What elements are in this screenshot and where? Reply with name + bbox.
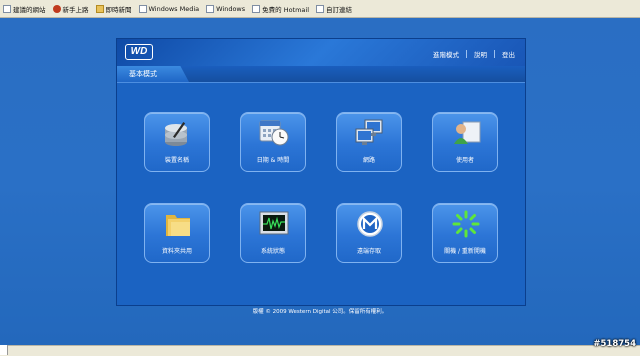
header-bar: WD 進階模式 說明 登出 (117, 39, 525, 66)
users-icon (454, 121, 481, 144)
tile-label: 關機 / 重新開機 (444, 248, 486, 255)
tile-label: 使用者 (455, 157, 474, 164)
page-icon (316, 4, 325, 13)
fav-label: Windows Media (148, 4, 200, 13)
shutdown-restart-icon (452, 210, 480, 238)
fav-custom-links[interactable]: 自訂連結 (316, 4, 352, 14)
tile-remote-access[interactable]: 遠端存取 (336, 203, 402, 263)
system-status-icon (259, 211, 289, 235)
page-icon (3, 4, 11, 13)
device-name-icon (165, 122, 187, 146)
tile-users[interactable]: 使用者 (432, 112, 498, 172)
tile-label: 資料夾共用 (161, 248, 192, 255)
fav-label: 建議的網站 (13, 5, 46, 14)
folder-icon (95, 4, 104, 13)
fav-label: 免費的 Hotmail (262, 5, 310, 14)
favorites-bar: 建議的網站 新手上路 即時新聞 Windows Media Windows 免費… (0, 0, 640, 18)
tab-basic-mode[interactable]: 基本模式 (117, 66, 189, 82)
wd-logo: WD (125, 44, 153, 60)
logout-link[interactable]: 登出 (502, 49, 515, 59)
copyright-footer: 版權 © 2009 Western Digital 公司。保留所有權利。 (252, 309, 388, 315)
fav-windows[interactable]: Windows (206, 4, 246, 13)
fav-getting-started[interactable]: 新手上路 (52, 4, 89, 14)
date-time-icon (259, 120, 289, 146)
tab-row: 基本模式 (117, 66, 525, 83)
red-circle-icon (52, 4, 61, 13)
folder-share-icon (166, 215, 190, 236)
tile-label: 網路 (362, 157, 375, 164)
fav-label: 即時新聞 (105, 5, 132, 14)
help-link[interactable]: 說明 (474, 49, 487, 59)
tile-date-time[interactable]: 日期 & 時間 (240, 112, 306, 172)
tile-shutdown-restart[interactable]: 關機 / 重新開機 (432, 203, 498, 263)
fav-label: 自訂連結 (326, 5, 353, 14)
tile-label: 裝置名稱 (164, 157, 189, 164)
fav-hotmail[interactable]: 免費的 Hotmail (252, 4, 309, 14)
nav-divider (494, 50, 495, 58)
network-icon (355, 119, 383, 145)
remote-access-icon (357, 211, 383, 237)
fav-news[interactable]: 即時新聞 (95, 4, 132, 14)
main-panel: WD 進階模式 說明 登出 基本模式 裝置名稱 日期 & 時間 網路 使用者 資… (116, 38, 526, 306)
page-icon (252, 4, 261, 13)
top-nav: 進階模式 說明 登出 (433, 49, 515, 59)
nav-divider (466, 50, 467, 58)
image-watermark: #518754 (593, 339, 636, 349)
tile-label: 系統狀態 (260, 248, 285, 255)
page-icon (206, 4, 215, 13)
fav-label: 新手上路 (62, 5, 89, 14)
tile-network[interactable]: 網路 (336, 112, 402, 172)
fav-suggested-sites[interactable]: 建議的網站 (3, 4, 46, 14)
fav-label: Windows (216, 4, 246, 13)
advanced-mode-link[interactable]: 進階模式 (433, 49, 459, 59)
tile-folder-share[interactable]: 資料夾共用 (144, 203, 210, 263)
tile-device-name[interactable]: 裝置名稱 (144, 112, 210, 172)
tile-system-status[interactable]: 系統狀態 (240, 203, 306, 263)
window-edge (0, 345, 8, 355)
status-bar (0, 345, 640, 356)
page-icon (138, 4, 147, 13)
tile-label: 日期 & 時間 (256, 157, 290, 164)
tile-label: 遠端存取 (356, 248, 381, 255)
fav-windows-media[interactable]: Windows Media (138, 4, 200, 13)
